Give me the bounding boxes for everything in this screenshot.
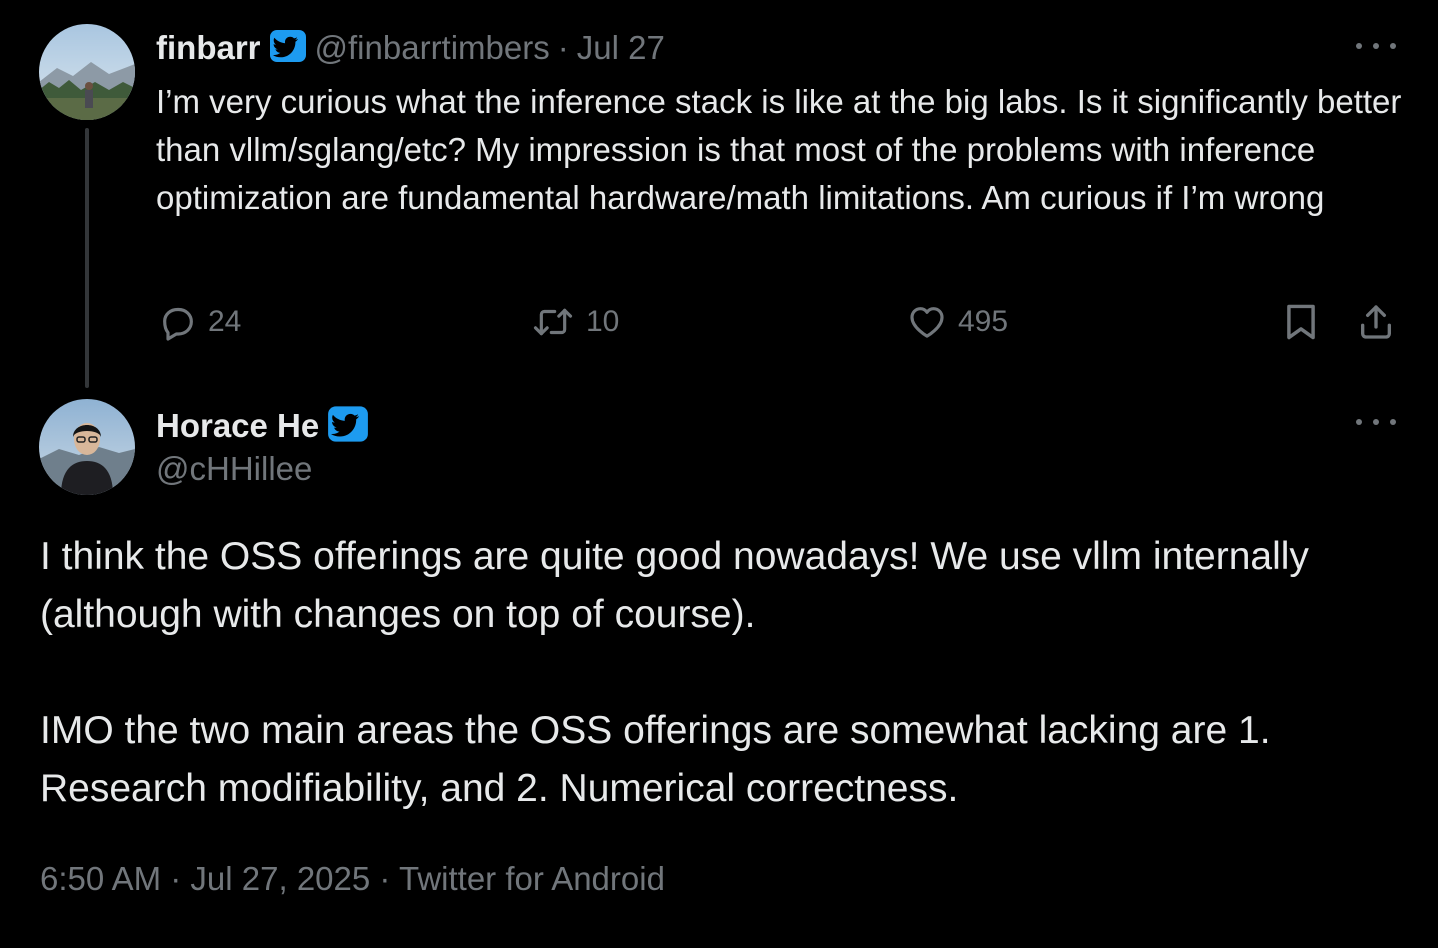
tweet2-text: I think the OSS offerings are quite good… xyxy=(40,528,1420,818)
tweet1-header: finbarr @finbarrtimbers · Jul 27 xyxy=(156,26,665,70)
author-name[interactable]: Horace He xyxy=(156,407,319,445)
tweet-meta: 6:50 AM · Jul 27, 2025 · Twitter for And… xyxy=(40,860,665,898)
author-handle[interactable]: @cHHillee xyxy=(156,450,312,488)
avatar-finbarr[interactable] xyxy=(39,24,135,120)
tweet-time[interactable]: 6:50 AM xyxy=(40,860,161,897)
more-icon[interactable] xyxy=(1356,412,1396,432)
like-count: 495 xyxy=(958,305,1009,338)
tweet-date[interactable]: Jul 27 xyxy=(577,29,665,67)
verified-badge-icon xyxy=(269,29,307,68)
thread-line xyxy=(85,128,89,388)
bookmark-icon xyxy=(1282,301,1320,343)
tweet-date[interactable]: Jul 27, 2025 xyxy=(190,860,370,897)
separator: · xyxy=(170,860,182,897)
retweet-icon xyxy=(530,302,576,342)
like-button[interactable]: 495 xyxy=(906,300,1008,344)
reply-count: 24 xyxy=(208,305,242,338)
reply-icon xyxy=(158,302,198,342)
reply-button[interactable]: 24 xyxy=(158,300,241,344)
author-handle[interactable]: @finbarrtimbers xyxy=(315,29,550,67)
tweet2-paragraph-1: I think the OSS offerings are quite good… xyxy=(40,535,1309,636)
retweet-count: 10 xyxy=(586,305,620,338)
tweet1-text: I’m very curious what the inference stac… xyxy=(156,83,1402,216)
tweet2-header: Horace He xyxy=(156,403,369,449)
author-name[interactable]: finbarr xyxy=(156,29,261,67)
share-button[interactable] xyxy=(1356,300,1396,344)
verified-badge-icon xyxy=(327,405,369,448)
separator: · xyxy=(557,29,569,66)
separator: · xyxy=(379,860,391,897)
avatar-horace-he[interactable] xyxy=(39,399,135,495)
bookmark-button[interactable] xyxy=(1282,300,1320,344)
retweet-button[interactable]: 10 xyxy=(530,300,619,344)
share-icon xyxy=(1356,301,1396,343)
tweet2-paragraph-2: IMO the two main areas the OSS offerings… xyxy=(40,709,1271,810)
like-icon xyxy=(906,302,948,342)
more-icon[interactable] xyxy=(1356,36,1396,56)
tweet-source: Twitter for Android xyxy=(398,860,665,897)
